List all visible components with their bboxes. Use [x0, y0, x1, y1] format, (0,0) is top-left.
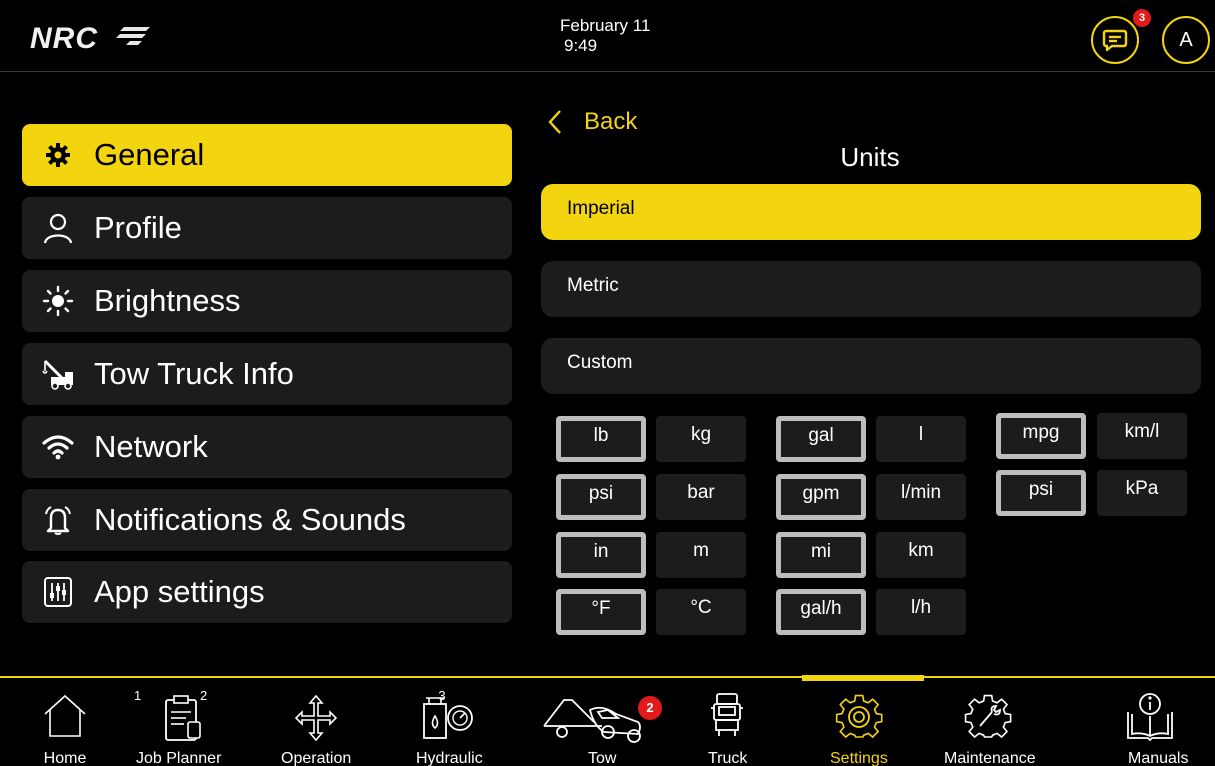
move-arrows-icon: [294, 694, 338, 742]
active-tab-indicator: [802, 675, 924, 681]
menu-label-brightness: Brightness: [94, 283, 241, 318]
unit-celsius-button[interactable]: °C: [656, 589, 746, 635]
unit-l-per-h-button[interactable]: l/h: [876, 589, 966, 635]
messages-badge: 3: [1133, 9, 1151, 27]
gear-icon: [22, 142, 94, 168]
nav-label-settings: Settings: [830, 750, 888, 766]
back-label: Back: [584, 108, 638, 135]
unit-mi-button[interactable]: mi: [776, 532, 866, 578]
datetime: February 11 9:49: [560, 16, 680, 56]
menu-item-notifications-sounds[interactable]: Notifications & Sounds: [22, 489, 512, 551]
unit-fahrenheit-button[interactable]: °F: [556, 589, 646, 635]
unit-m-button[interactable]: m: [656, 532, 746, 578]
menu-item-network[interactable]: Network: [22, 416, 512, 478]
settings-gear-icon: [835, 694, 883, 739]
sun-icon: [22, 285, 94, 317]
nav-label-hydraulic: Hydraulic: [416, 750, 483, 766]
menu-label-app-settings: App settings: [94, 574, 265, 609]
nav-label-operation: Operation: [281, 750, 352, 766]
menu-item-brightness[interactable]: Brightness: [22, 270, 512, 332]
menu-item-profile[interactable]: Profile: [22, 197, 512, 259]
truck-icon: [711, 693, 743, 736]
menu-label-profile: Profile: [94, 210, 182, 245]
unit-psi-pressure-button[interactable]: psi: [996, 470, 1086, 516]
chat-icon: [1102, 29, 1128, 52]
logo-mark-icon: [116, 27, 150, 45]
unit-kg-button[interactable]: kg: [656, 416, 746, 462]
nav-label-maintenance: Maintenance: [944, 750, 1036, 766]
back-button[interactable]: Back: [548, 108, 637, 136]
nav-label-manuals: Manuals: [1128, 750, 1189, 766]
nav-label-tow: Tow: [588, 750, 617, 766]
messages-button[interactable]: [1091, 16, 1139, 64]
unit-km-button[interactable]: km: [876, 532, 966, 578]
menu-item-tow-truck-info[interactable]: Tow Truck Info: [22, 343, 512, 405]
unit-l-per-min-button[interactable]: l/min: [876, 474, 966, 520]
unit-mpg-button[interactable]: mpg: [996, 413, 1086, 459]
unit-bar-button[interactable]: bar: [656, 474, 746, 520]
unit-kpa-button[interactable]: kPa: [1097, 470, 1187, 516]
unit-option-custom[interactable]: Custom: [541, 338, 1201, 394]
manual-book-icon: [1127, 693, 1173, 742]
nav-label-home: Home: [43, 750, 87, 766]
top-bar: NRC February 11 9:49 3 A: [0, 0, 1215, 72]
hydraulic-gauge-icon: [423, 697, 473, 739]
units-title: Units: [840, 142, 900, 172]
unit-km-per-l-button[interactable]: km/l: [1097, 413, 1187, 459]
home-icon: [44, 694, 86, 737]
date-text: February 11: [560, 16, 651, 35]
user-icon: [22, 211, 94, 245]
unit-lb-button[interactable]: lb: [556, 416, 646, 462]
nav-shortcut-2: 2: [200, 688, 208, 703]
nav-label-job-planner: Job Planner: [136, 750, 222, 766]
menu-item-general[interactable]: General: [22, 124, 512, 186]
unit-option-imperial[interactable]: Imperial: [541, 184, 1201, 240]
unit-in-button[interactable]: in: [556, 532, 646, 578]
nav-shortcut-1: 1: [134, 688, 142, 703]
menu-label-general: General: [94, 137, 205, 172]
bell-icon: [22, 504, 94, 536]
menu-label-tow-truck-info: Tow Truck Info: [94, 356, 294, 391]
unit-gal-button[interactable]: gal: [776, 416, 866, 462]
unit-gal-per-h-button[interactable]: gal/h: [776, 589, 866, 635]
menu-label-network: Network: [94, 429, 208, 464]
unit-option-metric[interactable]: Metric: [541, 261, 1201, 317]
menu-label-notifications-sounds: Notifications & Sounds: [94, 502, 406, 537]
chevron-left-icon: [548, 110, 561, 134]
menu-item-app-settings[interactable]: App settings: [22, 561, 512, 623]
unit-psi-button[interactable]: psi: [556, 474, 646, 520]
nav-label-truck: Truck: [708, 750, 748, 766]
tow-icon: [543, 699, 641, 743]
sliders-icon: [22, 576, 94, 608]
nrc-logo: NRC: [30, 22, 98, 55]
wifi-icon: [22, 433, 94, 461]
unit-gpm-button[interactable]: gpm: [776, 474, 866, 520]
time-text: 9:49: [564, 36, 598, 55]
avatar[interactable]: A: [1162, 16, 1210, 64]
unit-l-button[interactable]: l: [876, 416, 966, 462]
tow-badge: 2: [638, 696, 662, 720]
tow-truck-icon: [22, 357, 94, 391]
wrench-gear-icon: [964, 694, 1012, 739]
